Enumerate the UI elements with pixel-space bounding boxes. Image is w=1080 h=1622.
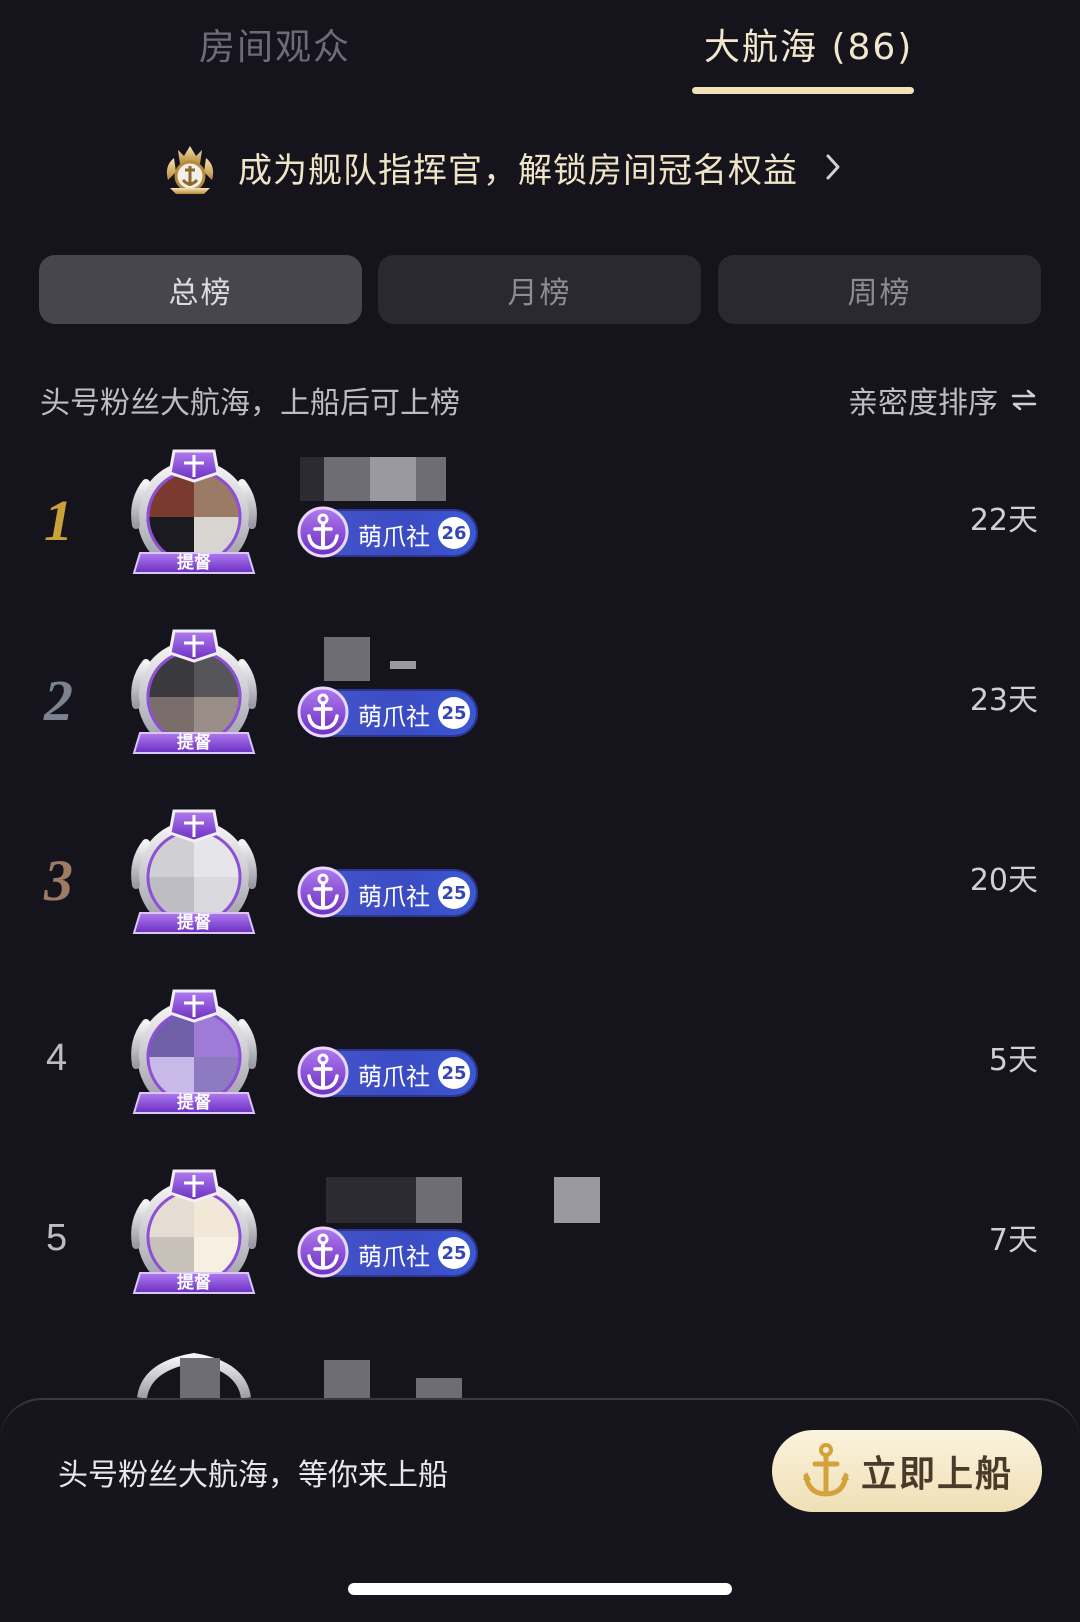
- avatar-with-admiral-frame[interactable]: 提督: [124, 805, 264, 945]
- banner-text: 成为舰队指挥官，解锁房间冠名权益: [238, 150, 798, 191]
- nickname-mosaic-block: [324, 637, 370, 681]
- fan-medal-level: 25: [438, 877, 470, 909]
- anchor-icon: [297, 686, 349, 738]
- nickname-mosaic-block: [416, 457, 446, 501]
- avatar-with-admiral-frame[interactable]: 提督: [124, 625, 264, 765]
- commander-banner[interactable]: 成为舰队指挥官，解锁房间冠名权益: [160, 134, 842, 200]
- anchor-icon: [297, 866, 349, 918]
- tab-guard-list[interactable]: 大航海 (86): [704, 18, 913, 70]
- fan-medal-name: 萌爪社: [358, 883, 430, 911]
- bottom-promo-text: 头号粉丝大航海，等你来上船: [58, 1458, 448, 1493]
- anchor-icon: [297, 506, 349, 558]
- fan-medal-badge[interactable]: 萌爪社 25: [297, 1046, 476, 1098]
- fan-medal-badge[interactable]: 萌爪社 25: [297, 1226, 476, 1278]
- fan-medal-badge[interactable]: 萌爪社 26: [297, 506, 476, 558]
- ranking-row[interactable]: 5 提督 萌爪社 25 7天: [0, 1157, 1080, 1337]
- avatar-with-admiral-frame[interactable]: 提督: [124, 1165, 264, 1305]
- segment-month[interactable]: 月榜: [378, 255, 701, 324]
- nickname-mosaic-block: [416, 1177, 462, 1223]
- bottom-action-bar: 头号粉丝大航海，等你来上船 立即上船: [0, 1398, 1080, 1622]
- nickname-mosaic-block: [324, 457, 370, 501]
- ranking-row[interactable]: 1 提督 萌爪社 26 22天: [0, 437, 1080, 617]
- tab-room-audience[interactable]: 房间观众: [199, 18, 351, 70]
- partial-row-nickname-mosaic: [324, 1360, 474, 1398]
- guard-days: 23天: [969, 683, 1038, 718]
- guard-level-label: 提督: [177, 733, 211, 753]
- segment-total[interactable]: 总榜: [39, 255, 362, 324]
- nickname-mosaic-block: [554, 1177, 600, 1223]
- ranking-row[interactable]: 4 提督 萌爪社 25 5天: [0, 977, 1080, 1157]
- guard-level-label: 提督: [177, 1093, 211, 1113]
- board-now-button[interactable]: 立即上船: [772, 1430, 1042, 1512]
- fan-medal-badge[interactable]: 萌爪社 25: [297, 686, 476, 738]
- sort-label: 亲密度排序: [848, 386, 998, 421]
- rank-number: 1: [44, 488, 73, 553]
- sort-toggle[interactable]: 亲密度排序: [848, 378, 1038, 422]
- nickname-mosaic-block: [390, 661, 416, 669]
- fan-medal-badge[interactable]: 萌爪社 25: [297, 866, 476, 918]
- fan-medal-level: 25: [438, 1237, 470, 1269]
- guard-days: 5天: [988, 1043, 1038, 1078]
- guard-days: 22天: [969, 503, 1038, 538]
- home-indicator: [348, 1583, 732, 1595]
- rank-number: 3: [44, 848, 73, 913]
- segment-week[interactable]: 周榜: [718, 255, 1041, 324]
- ranking-row[interactable]: 2 提督 萌爪社 25 23天: [0, 617, 1080, 797]
- fan-medal-level: 26: [438, 517, 470, 549]
- board-now-label: 立即上船: [860, 1454, 1013, 1495]
- avatar-with-admiral-frame[interactable]: 提督: [124, 985, 264, 1125]
- ranking-row[interactable]: 3 提督 萌爪社 25 20天: [0, 797, 1080, 977]
- guard-level-label: 提督: [177, 913, 211, 933]
- guard-days: 7天: [988, 1223, 1038, 1258]
- swap-arrows-icon: [1011, 389, 1037, 411]
- guard-level-label: 提督: [177, 553, 211, 573]
- fan-medal-level: 25: [438, 1057, 470, 1089]
- rank-number: 2: [44, 668, 73, 733]
- anchor-icon: [802, 1443, 849, 1497]
- nickname-mosaic-block: [370, 457, 416, 501]
- fan-medal-name: 萌爪社: [358, 1243, 430, 1271]
- fan-medal-name: 萌爪社: [358, 703, 430, 731]
- avatar-with-admiral-frame[interactable]: 提督: [124, 445, 264, 585]
- list-hint-text: 头号粉丝大航海，上船后可上榜: [40, 386, 460, 421]
- fan-medal-level: 25: [438, 697, 470, 729]
- guard-days: 20天: [969, 863, 1038, 898]
- nickname-mosaic-block: [326, 1177, 372, 1223]
- rank-number: 5: [46, 1217, 68, 1259]
- guard-level-label: 提督: [177, 1273, 211, 1293]
- anchor-icon: [297, 1046, 349, 1098]
- active-tab-indicator: [692, 87, 914, 94]
- nickname-mosaic-block: [300, 457, 326, 501]
- commander-crest-icon: [166, 146, 214, 194]
- chevron-right-icon: [826, 154, 840, 180]
- fan-medal-name: 萌爪社: [358, 1063, 430, 1091]
- fan-medal-name: 萌爪社: [358, 523, 430, 551]
- partial-row-avatar: [124, 1352, 264, 1398]
- rank-number: 4: [46, 1037, 68, 1079]
- nickname-mosaic-block: [372, 1177, 418, 1223]
- anchor-icon: [297, 1226, 349, 1278]
